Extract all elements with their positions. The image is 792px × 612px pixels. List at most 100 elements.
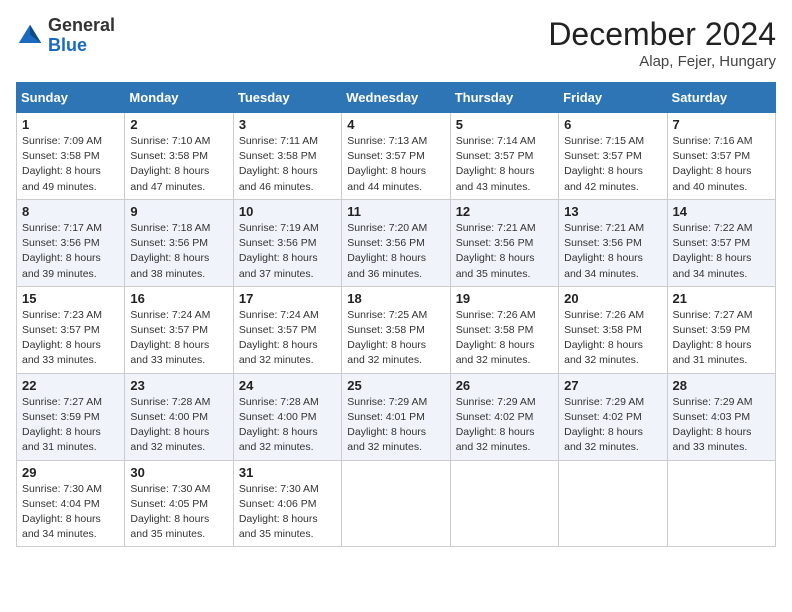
day-number: 4 — [347, 117, 444, 132]
day-info: Sunrise: 7:19 AM Sunset: 3:56 PM Dayligh… — [239, 221, 336, 282]
week-row-4: 22 Sunrise: 7:27 AM Sunset: 3:59 PM Dayl… — [17, 373, 776, 460]
day-cell: 11 Sunrise: 7:20 AM Sunset: 3:56 PM Dayl… — [342, 199, 450, 286]
day-info: Sunrise: 7:30 AM Sunset: 4:04 PM Dayligh… — [22, 482, 119, 543]
day-info: Sunrise: 7:29 AM Sunset: 4:02 PM Dayligh… — [456, 395, 553, 456]
logo: General Blue — [16, 16, 115, 56]
day-cell: 12 Sunrise: 7:21 AM Sunset: 3:56 PM Dayl… — [450, 199, 558, 286]
day-cell: 22 Sunrise: 7:27 AM Sunset: 3:59 PM Dayl… — [17, 373, 125, 460]
week-row-3: 15 Sunrise: 7:23 AM Sunset: 3:57 PM Dayl… — [17, 286, 776, 373]
day-cell: 23 Sunrise: 7:28 AM Sunset: 4:00 PM Dayl… — [125, 373, 233, 460]
day-number: 3 — [239, 117, 336, 132]
day-info: Sunrise: 7:29 AM Sunset: 4:01 PM Dayligh… — [347, 395, 444, 456]
day-number: 6 — [564, 117, 661, 132]
day-info: Sunrise: 7:16 AM Sunset: 3:57 PM Dayligh… — [673, 134, 770, 195]
day-info: Sunrise: 7:10 AM Sunset: 3:58 PM Dayligh… — [130, 134, 227, 195]
day-cell: 26 Sunrise: 7:29 AM Sunset: 4:02 PM Dayl… — [450, 373, 558, 460]
day-info: Sunrise: 7:29 AM Sunset: 4:03 PM Dayligh… — [673, 395, 770, 456]
header-thursday: Thursday — [450, 83, 558, 113]
day-cell: 28 Sunrise: 7:29 AM Sunset: 4:03 PM Dayl… — [667, 373, 775, 460]
day-cell: 8 Sunrise: 7:17 AM Sunset: 3:56 PM Dayli… — [17, 199, 125, 286]
day-cell: 19 Sunrise: 7:26 AM Sunset: 3:58 PM Dayl… — [450, 286, 558, 373]
day-info: Sunrise: 7:18 AM Sunset: 3:56 PM Dayligh… — [130, 221, 227, 282]
day-cell: 25 Sunrise: 7:29 AM Sunset: 4:01 PM Dayl… — [342, 373, 450, 460]
day-info: Sunrise: 7:25 AM Sunset: 3:58 PM Dayligh… — [347, 308, 444, 369]
day-cell: 15 Sunrise: 7:23 AM Sunset: 3:57 PM Dayl… — [17, 286, 125, 373]
day-number: 8 — [22, 204, 119, 219]
day-info: Sunrise: 7:24 AM Sunset: 3:57 PM Dayligh… — [239, 308, 336, 369]
day-info: Sunrise: 7:14 AM Sunset: 3:57 PM Dayligh… — [456, 134, 553, 195]
day-number: 1 — [22, 117, 119, 132]
day-number: 27 — [564, 378, 661, 393]
day-info: Sunrise: 7:24 AM Sunset: 3:57 PM Dayligh… — [130, 308, 227, 369]
day-number: 28 — [673, 378, 770, 393]
day-info: Sunrise: 7:15 AM Sunset: 3:57 PM Dayligh… — [564, 134, 661, 195]
day-info: Sunrise: 7:29 AM Sunset: 4:02 PM Dayligh… — [564, 395, 661, 456]
day-info: Sunrise: 7:30 AM Sunset: 4:06 PM Dayligh… — [239, 482, 336, 543]
day-number: 16 — [130, 291, 227, 306]
day-cell: 21 Sunrise: 7:27 AM Sunset: 3:59 PM Dayl… — [667, 286, 775, 373]
day-cell: 24 Sunrise: 7:28 AM Sunset: 4:00 PM Dayl… — [233, 373, 341, 460]
day-number: 20 — [564, 291, 661, 306]
day-number: 2 — [130, 117, 227, 132]
day-number: 31 — [239, 465, 336, 480]
day-info: Sunrise: 7:17 AM Sunset: 3:56 PM Dayligh… — [22, 221, 119, 282]
day-number: 12 — [456, 204, 553, 219]
day-cell: 31 Sunrise: 7:30 AM Sunset: 4:06 PM Dayl… — [233, 460, 341, 547]
header-tuesday: Tuesday — [233, 83, 341, 113]
day-cell: 30 Sunrise: 7:30 AM Sunset: 4:05 PM Dayl… — [125, 460, 233, 547]
day-cell — [667, 460, 775, 547]
day-number: 15 — [22, 291, 119, 306]
day-cell — [559, 460, 667, 547]
day-info: Sunrise: 7:21 AM Sunset: 3:56 PM Dayligh… — [564, 221, 661, 282]
week-row-5: 29 Sunrise: 7:30 AM Sunset: 4:04 PM Dayl… — [17, 460, 776, 547]
day-number: 7 — [673, 117, 770, 132]
day-cell: 10 Sunrise: 7:19 AM Sunset: 3:56 PM Dayl… — [233, 199, 341, 286]
week-row-1: 1 Sunrise: 7:09 AM Sunset: 3:58 PM Dayli… — [17, 113, 776, 200]
logo-text: General Blue — [48, 16, 115, 56]
header-monday: Monday — [125, 83, 233, 113]
day-number: 25 — [347, 378, 444, 393]
day-cell: 16 Sunrise: 7:24 AM Sunset: 3:57 PM Dayl… — [125, 286, 233, 373]
page-header: General Blue December 2024 Alap, Fejer, … — [16, 16, 776, 70]
day-number: 14 — [673, 204, 770, 219]
day-info: Sunrise: 7:20 AM Sunset: 3:56 PM Dayligh… — [347, 221, 444, 282]
day-number: 24 — [239, 378, 336, 393]
day-number: 18 — [347, 291, 444, 306]
day-cell: 13 Sunrise: 7:21 AM Sunset: 3:56 PM Dayl… — [559, 199, 667, 286]
day-number: 29 — [22, 465, 119, 480]
day-info: Sunrise: 7:23 AM Sunset: 3:57 PM Dayligh… — [22, 308, 119, 369]
day-info: Sunrise: 7:27 AM Sunset: 3:59 PM Dayligh… — [22, 395, 119, 456]
day-number: 10 — [239, 204, 336, 219]
day-info: Sunrise: 7:22 AM Sunset: 3:57 PM Dayligh… — [673, 221, 770, 282]
day-cell: 2 Sunrise: 7:10 AM Sunset: 3:58 PM Dayli… — [125, 113, 233, 200]
day-cell: 3 Sunrise: 7:11 AM Sunset: 3:58 PM Dayli… — [233, 113, 341, 200]
weekday-header-row: SundayMondayTuesdayWednesdayThursdayFrid… — [17, 83, 776, 113]
header-saturday: Saturday — [667, 83, 775, 113]
day-cell: 29 Sunrise: 7:30 AM Sunset: 4:04 PM Dayl… — [17, 460, 125, 547]
logo-general: General — [48, 15, 115, 35]
day-info: Sunrise: 7:30 AM Sunset: 4:05 PM Dayligh… — [130, 482, 227, 543]
day-info: Sunrise: 7:13 AM Sunset: 3:57 PM Dayligh… — [347, 134, 444, 195]
calendar-table: SundayMondayTuesdayWednesdayThursdayFrid… — [16, 82, 776, 547]
day-cell: 27 Sunrise: 7:29 AM Sunset: 4:02 PM Dayl… — [559, 373, 667, 460]
day-info: Sunrise: 7:26 AM Sunset: 3:58 PM Dayligh… — [564, 308, 661, 369]
day-cell: 5 Sunrise: 7:14 AM Sunset: 3:57 PM Dayli… — [450, 113, 558, 200]
day-number: 30 — [130, 465, 227, 480]
day-cell: 17 Sunrise: 7:24 AM Sunset: 3:57 PM Dayl… — [233, 286, 341, 373]
day-number: 23 — [130, 378, 227, 393]
day-cell: 14 Sunrise: 7:22 AM Sunset: 3:57 PM Dayl… — [667, 199, 775, 286]
day-number: 9 — [130, 204, 227, 219]
month-title: December 2024 — [548, 16, 776, 53]
day-number: 5 — [456, 117, 553, 132]
day-number: 11 — [347, 204, 444, 219]
day-number: 19 — [456, 291, 553, 306]
day-info: Sunrise: 7:09 AM Sunset: 3:58 PM Dayligh… — [22, 134, 119, 195]
day-cell: 6 Sunrise: 7:15 AM Sunset: 3:57 PM Dayli… — [559, 113, 667, 200]
day-info: Sunrise: 7:28 AM Sunset: 4:00 PM Dayligh… — [239, 395, 336, 456]
day-cell: 1 Sunrise: 7:09 AM Sunset: 3:58 PM Dayli… — [17, 113, 125, 200]
day-number: 13 — [564, 204, 661, 219]
day-info: Sunrise: 7:26 AM Sunset: 3:58 PM Dayligh… — [456, 308, 553, 369]
day-info: Sunrise: 7:28 AM Sunset: 4:00 PM Dayligh… — [130, 395, 227, 456]
day-number: 22 — [22, 378, 119, 393]
day-info: Sunrise: 7:21 AM Sunset: 3:56 PM Dayligh… — [456, 221, 553, 282]
